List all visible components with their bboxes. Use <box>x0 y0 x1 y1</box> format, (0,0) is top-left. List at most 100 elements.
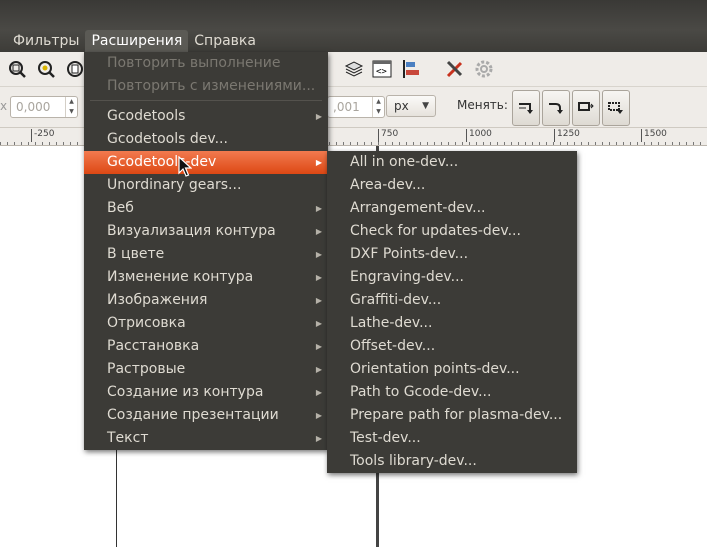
extensions-menu-item[interactable]: Повторить выполнение <box>84 52 328 75</box>
xml-editor-icon[interactable]: <> <box>371 58 393 80</box>
scale-corners-icon <box>549 103 563 114</box>
gcodetools-dev-submenu-item[interactable]: Test-dev... <box>327 427 577 450</box>
menu-item-label: Расстановка <box>107 338 200 354</box>
gcodetools-dev-submenu-item[interactable]: DXF Points-dev... <box>327 243 577 266</box>
menu-item-label: Изменение контура <box>107 269 254 285</box>
gcodetools-dev-submenu-item[interactable]: Path to Gcode-dev... <box>327 381 577 404</box>
gcodetools-dev-submenu: All in one-dev... Area-dev... Arrangement-… <box>327 151 577 473</box>
x-spinbox[interactable]: 0,000 ▲ ▼ <box>10 96 78 118</box>
extensions-menu-item[interactable]: Повторить с изменениями... <box>84 75 328 98</box>
chevron-down-icon: ▼ <box>422 101 429 111</box>
submenu-arrow-icon: ▶ <box>315 158 322 167</box>
zoom-drawing-icon[interactable] <box>6 58 28 80</box>
move-patterns-icon <box>608 102 623 114</box>
unit-select[interactable]: px ▼ <box>386 95 436 117</box>
zoom-selection-icon[interactable] <box>35 58 57 80</box>
submenu-arrow-icon: ▶ <box>315 388 322 397</box>
menu-item-label: Веб <box>107 200 134 216</box>
extensions-menu-item[interactable]: Gcodetools dev... <box>84 128 328 151</box>
menu-item-label: Отрисовка <box>107 315 186 331</box>
extensions-menu-item[interactable]: Unordinary gears... <box>84 174 328 197</box>
gcodetools-dev-submenu-item[interactable]: Engraving-dev... <box>327 266 577 289</box>
gcodetools-dev-submenu-item[interactable]: Graffiti-dev... <box>327 289 577 312</box>
extensions-menu: Повторить выполнение Повторить с изменени… <box>84 52 328 450</box>
extensions-menu-item[interactable]: Визуализация контура ▶ <box>84 220 328 243</box>
scale-stroke-icon <box>519 103 533 114</box>
extensions-menu-item[interactable]: Текст ▶ <box>84 427 328 450</box>
scale-corners-toggle[interactable] <box>542 90 570 126</box>
h-spinbox[interactable]: ,001 ▲ ▼ <box>327 96 385 118</box>
window-titlebar <box>0 0 707 30</box>
gcodetools-dev-submenu-item[interactable]: All in one-dev... <box>327 151 577 174</box>
menu-item-label: Визуализация контура <box>107 223 276 239</box>
extensions-menu-item[interactable]: Gcodetools-dev ▶ <box>84 151 328 174</box>
document-properties-gear-icon[interactable] <box>473 58 495 80</box>
submenu-arrow-icon: ▶ <box>315 112 322 121</box>
submenu-arrow-icon: ▶ <box>315 342 322 351</box>
svg-text:<>: <> <box>376 67 387 77</box>
submenu-arrow-icon: ▶ <box>315 434 322 443</box>
ruler-tick: 1000 <box>466 129 492 142</box>
x-spinbox-arrows-icon[interactable]: ▲ ▼ <box>65 97 77 117</box>
extensions-menu-item[interactable]: Создание из контура ▶ <box>84 381 328 404</box>
menu-item-label: Повторить выполнение <box>107 55 281 71</box>
menu-separator <box>90 100 322 101</box>
submenu-arrow-icon: ▶ <box>315 365 322 374</box>
menu-item-label: Gcodetools-dev <box>107 154 217 170</box>
menu-item-label: Создание из контура <box>107 384 264 400</box>
gcodetools-dev-submenu-item[interactable]: Tools library-dev... <box>327 450 577 473</box>
menu-item-label: В цвете <box>107 246 165 262</box>
extensions-menu-item[interactable]: Изображения ▶ <box>84 289 328 312</box>
submenu-arrow-icon: ▶ <box>315 250 322 259</box>
x-label: x <box>0 99 8 113</box>
move-gradients-icon <box>578 102 594 111</box>
extensions-menu-item[interactable]: Создание презентации ▶ <box>84 404 328 427</box>
menu-help[interactable]: Справка <box>188 30 262 52</box>
h-spinbox-arrows-icon[interactable]: ▲ ▼ <box>372 97 384 117</box>
preferences-tools-icon[interactable] <box>444 58 466 80</box>
menu-item-label: Растровые <box>107 361 186 377</box>
change-label: Менять: <box>457 98 508 112</box>
extensions-menu-item[interactable]: Веб ▶ <box>84 197 328 220</box>
submenu-arrow-icon: ▶ <box>315 296 322 305</box>
gcodetools-dev-submenu-item[interactable]: Prepare path for plasma-dev... <box>327 404 577 427</box>
submenu-arrow-icon: ▶ <box>315 273 322 282</box>
submenu-arrow-icon: ▶ <box>315 227 322 236</box>
layers-icon[interactable] <box>343 58 365 80</box>
gcodetools-dev-submenu-item[interactable]: Check for updates-dev... <box>327 220 577 243</box>
ruler-tick: 1250 <box>554 129 580 142</box>
menubar: Фильтры Расширения Справка <box>0 30 707 52</box>
gcodetools-dev-submenu-item[interactable]: Orientation points-dev... <box>327 358 577 381</box>
menu-item-label: Gcodetools <box>107 108 186 124</box>
ruler-tick: 1500 <box>641 129 667 142</box>
menu-item-label: Изображения <box>107 292 208 308</box>
extensions-menu-item[interactable]: Изменение контура ▶ <box>84 266 328 289</box>
extensions-menu-item[interactable]: В цвете ▶ <box>84 243 328 266</box>
ruler-tick: 750 <box>378 129 398 142</box>
move-gradients-toggle[interactable] <box>572 90 600 126</box>
menu-item-label: Gcodetools dev... <box>107 131 228 147</box>
gcodetools-dev-submenu-item[interactable]: Offset-dev... <box>327 335 577 358</box>
gcodetools-dev-submenu-item[interactable]: Area-dev... <box>327 174 577 197</box>
gcodetools-dev-submenu-item[interactable]: Lathe-dev... <box>327 312 577 335</box>
align-distribute-icon[interactable] <box>400 58 422 80</box>
menu-item-label: Создание презентации <box>107 407 279 423</box>
menu-extensions[interactable]: Расширения <box>85 30 189 52</box>
submenu-arrow-icon: ▶ <box>315 204 322 213</box>
gcodetools-dev-submenu-item[interactable]: Arrangement-dev... <box>327 197 577 220</box>
menu-item-label: Unordinary gears... <box>107 177 242 193</box>
submenu-arrow-icon: ▶ <box>315 411 322 420</box>
menu-item-label: Повторить с изменениями... <box>107 78 316 94</box>
menu-filters[interactable]: Фильтры <box>0 30 85 52</box>
scale-stroke-toggle[interactable] <box>512 90 540 126</box>
mouse-pointer-icon <box>178 156 192 177</box>
submenu-arrow-icon: ▶ <box>315 319 322 328</box>
extensions-menu-item[interactable]: Расстановка ▶ <box>84 335 328 358</box>
extensions-menu-item[interactable]: Растровые ▶ <box>84 358 328 381</box>
extensions-menu-item[interactable]: Отрисовка ▶ <box>84 312 328 335</box>
ruler-tick: -250 <box>31 129 54 142</box>
menu-item-label: Текст <box>107 430 149 446</box>
move-patterns-toggle[interactable] <box>602 90 630 126</box>
zoom-page-icon[interactable] <box>64 58 86 80</box>
extensions-menu-item[interactable]: Gcodetools ▶ <box>84 105 328 128</box>
